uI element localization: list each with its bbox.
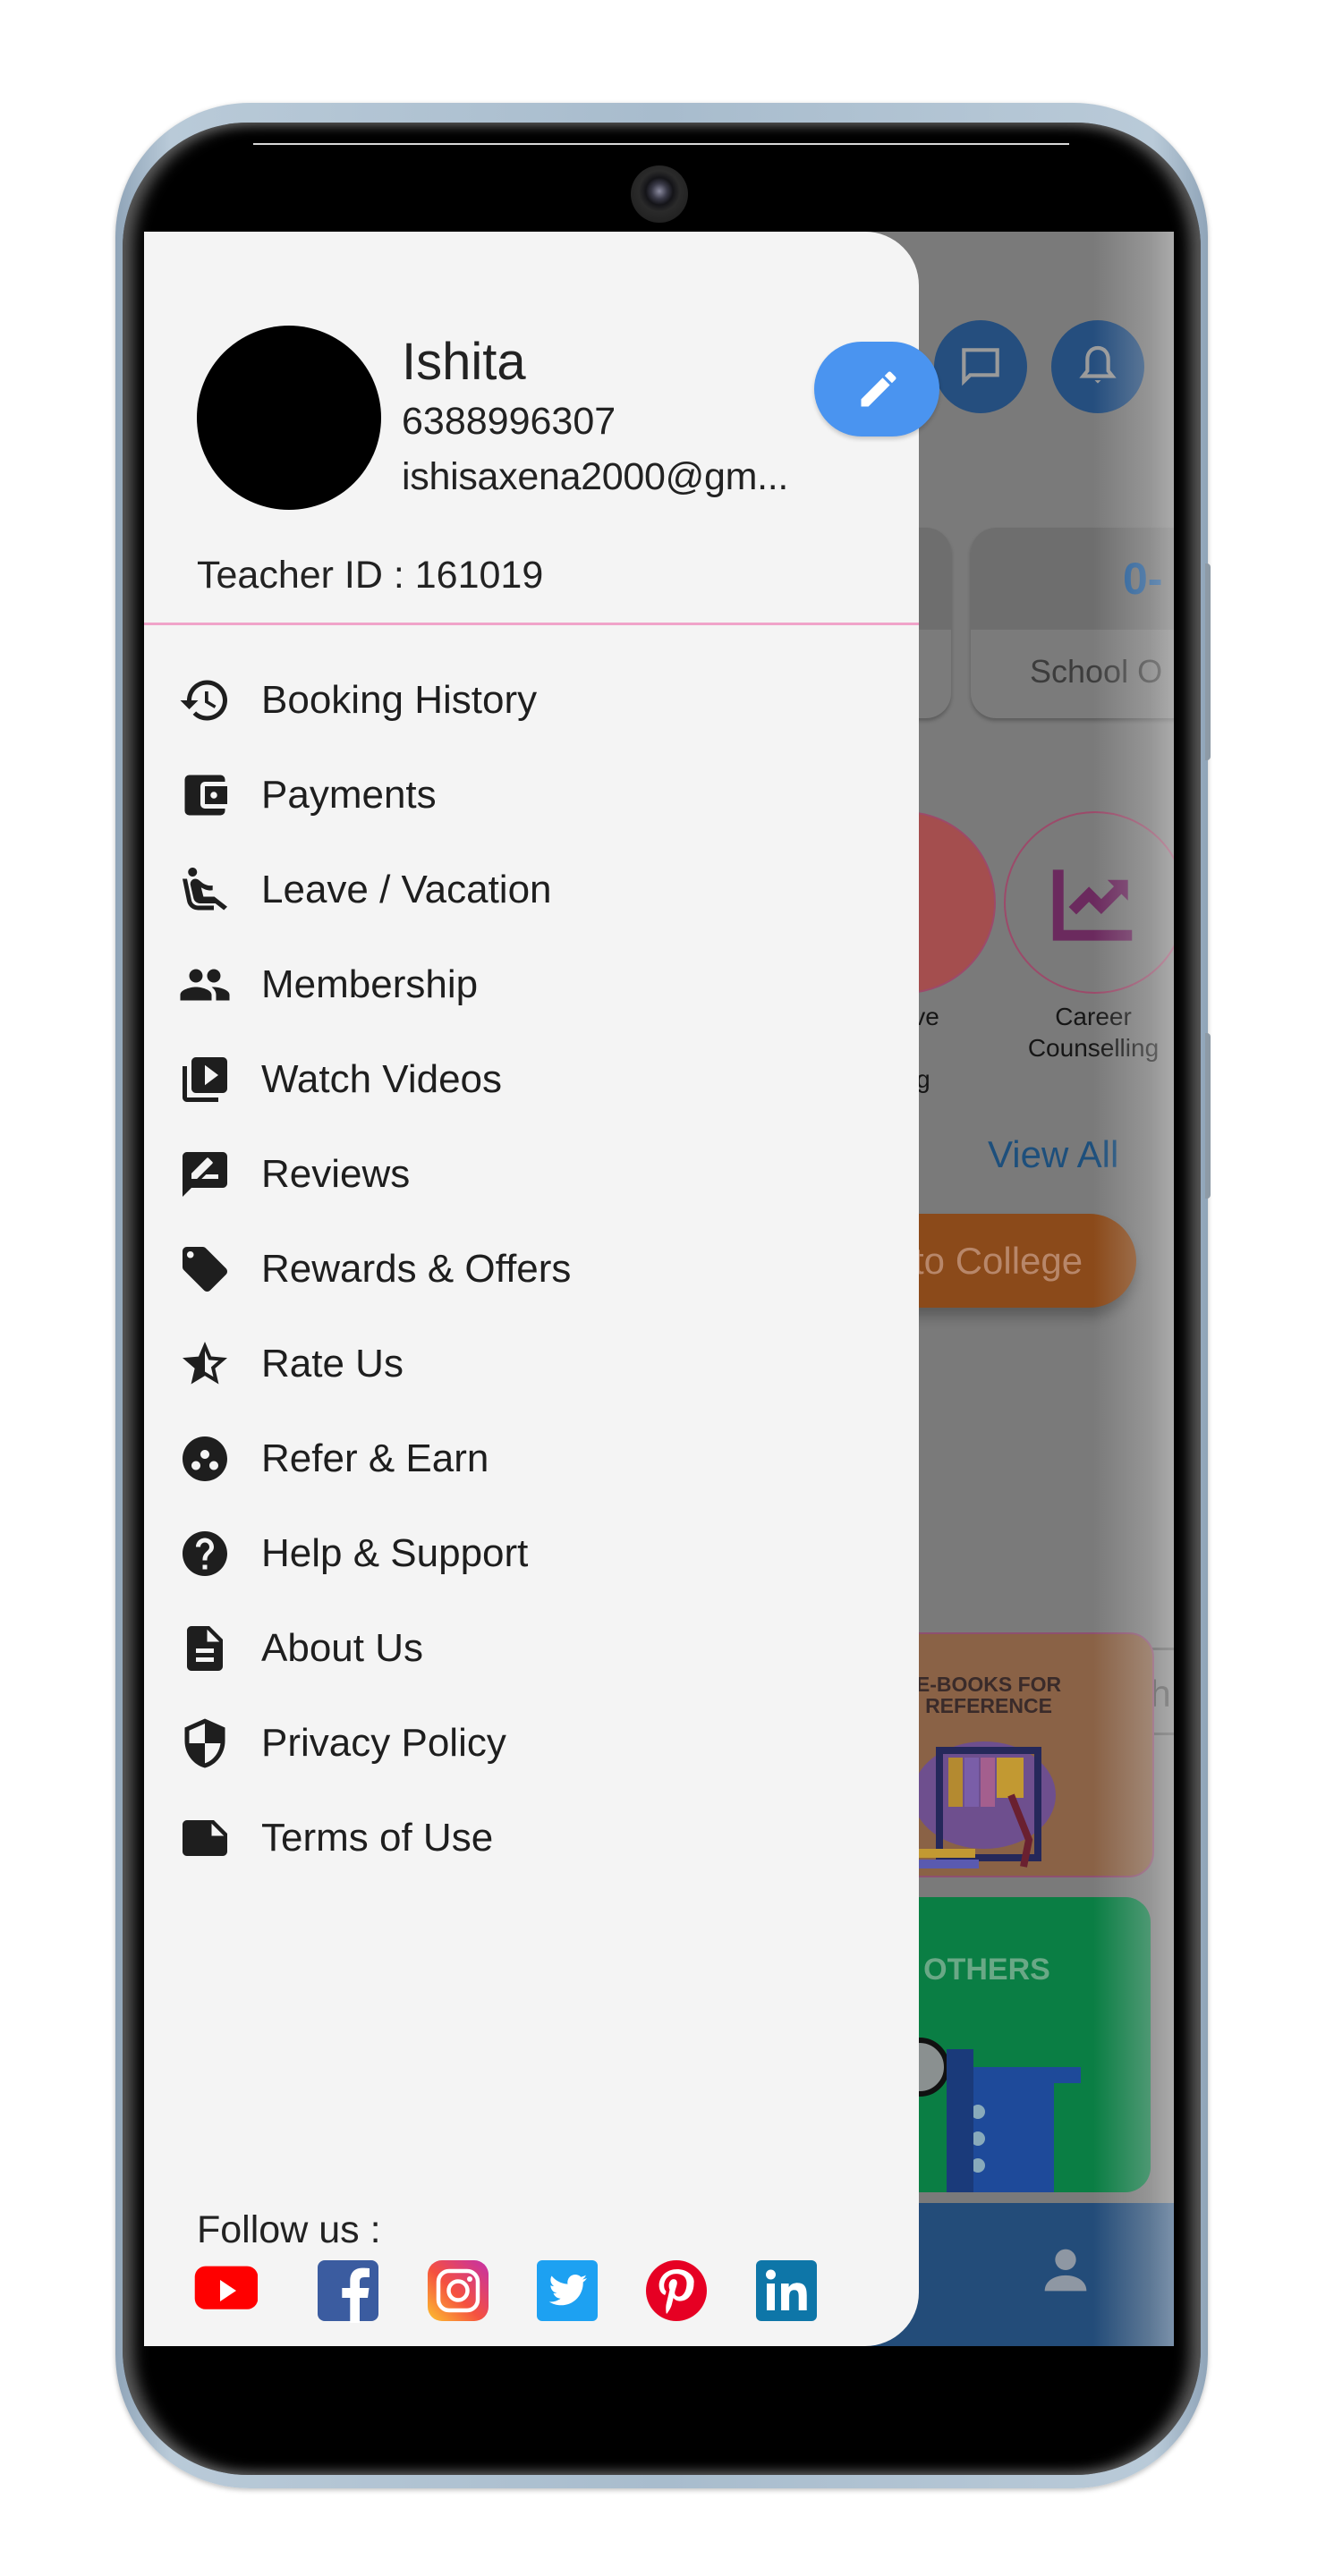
menu-item-payments[interactable]: Payments: [176, 756, 874, 835]
instagram-link[interactable]: [426, 2258, 490, 2323]
volume-button: [1205, 564, 1211, 760]
youtube-icon: [194, 2266, 258, 2309]
history-icon: [176, 672, 234, 729]
checklist-illustration: [893, 2038, 1081, 2192]
people-icon: [176, 956, 234, 1013]
header-divider: [144, 623, 919, 625]
shield-icon: [176, 1715, 234, 1772]
menu-item-about-us[interactable]: About Us: [176, 1609, 874, 1688]
twitter-icon: [537, 2260, 598, 2321]
menu-item-label: Booking History: [261, 678, 538, 722]
pinterest-link[interactable]: [644, 2258, 709, 2323]
note-icon: [176, 1809, 234, 1867]
profile-phone: 6388996307: [402, 400, 616, 443]
star-half-icon: [176, 1335, 234, 1393]
person-icon[interactable]: [1034, 2239, 1097, 2301]
wallet-icon: [176, 767, 234, 824]
tile-title: OTHERS: [923, 1953, 1050, 1987]
menu-item-label: About Us: [261, 1626, 423, 1670]
menu-item-label: Refer & Earn: [261, 1436, 489, 1480]
chat-button[interactable]: [934, 320, 1027, 413]
menu-item-label: Privacy Policy: [261, 1721, 506, 1765]
screen-edge-curve: [1093, 232, 1174, 2346]
menu-item-help-support[interactable]: Help & Support: [176, 1514, 874, 1593]
rate-review-icon: [176, 1146, 234, 1203]
pencil-icon: [861, 371, 896, 407]
workspaces-icon: [176, 1430, 234, 1487]
facebook-icon: [318, 2260, 378, 2323]
follow-us-label: Follow us :: [197, 2208, 381, 2251]
menu-item-membership[interactable]: Membership: [176, 945, 874, 1024]
teacher-id: Teacher ID : 161019: [197, 554, 544, 597]
document-icon: [176, 1620, 234, 1677]
menu-item-terms-of-use[interactable]: Terms of Use: [176, 1799, 874, 1877]
tag-icon: [176, 1241, 234, 1298]
menu-item-label: Rate Us: [261, 1342, 404, 1385]
youtube-link[interactable]: [193, 2258, 258, 2323]
instagram-icon: [428, 2260, 489, 2321]
facebook-link[interactable]: [316, 2258, 380, 2323]
menu-item-label: Payments: [261, 773, 437, 817]
tile-title-line: E-BOOKS FOR: [915, 1673, 1062, 1696]
menu-item-label: Reviews: [261, 1152, 411, 1196]
menu-item-rewards-offers[interactable]: Rewards & Offers: [176, 1230, 874, 1309]
front-camera: [631, 165, 688, 223]
navigation-drawer: Ishita 6388996307 ishisaxena2000@gm... T…: [144, 232, 939, 2346]
profile-name: Ishita: [402, 333, 526, 391]
pinterest-icon: [646, 2260, 707, 2321]
bookshelf-illustration: [913, 1741, 1056, 1868]
menu-item-label: Membership: [261, 962, 479, 1006]
twitter-link[interactable]: [535, 2258, 599, 2323]
menu-item-label: Leave / Vacation: [261, 868, 552, 911]
menu-item-privacy-policy[interactable]: Privacy Policy: [176, 1704, 874, 1783]
menu-item-refer-earn[interactable]: Refer & Earn: [176, 1419, 874, 1498]
power-button: [1205, 1033, 1211, 1199]
linkedin-icon: [756, 2260, 817, 2321]
phone-screen: 0- School O titive n ing Career Counsell…: [144, 232, 1174, 2346]
menu-item-label: Terms of Use: [261, 1816, 494, 1860]
menu-item-watch-videos[interactable]: Watch Videos: [176, 1040, 874, 1119]
menu-item-reviews[interactable]: Reviews: [176, 1135, 874, 1214]
menu-item-booking-history[interactable]: Booking History: [176, 661, 874, 740]
menu-item-label: Rewards & Offers: [261, 1247, 572, 1291]
menu-item-label: Help & Support: [261, 1531, 529, 1575]
tile-title: E-BOOKS FOR REFERENCE: [895, 1674, 1083, 1716]
tile-title-line: REFERENCE: [925, 1694, 1052, 1717]
edit-profile-button[interactable]: [814, 342, 939, 436]
avatar[interactable]: [197, 326, 381, 510]
airline-seat-icon: [176, 861, 234, 919]
help-circle-icon: [176, 1525, 234, 1582]
menu-item-label: Watch Videos: [261, 1057, 503, 1101]
chat-icon: [962, 348, 999, 386]
speaker-grille: [253, 143, 1069, 145]
menu-item-rate-us[interactable]: Rate Us: [176, 1325, 874, 1403]
profile-email: ishisaxena2000@gm...: [402, 455, 789, 498]
linkedin-link[interactable]: [754, 2258, 819, 2323]
video-library-icon: [176, 1051, 234, 1108]
menu-item-leave-vacation[interactable]: Leave / Vacation: [176, 851, 874, 929]
